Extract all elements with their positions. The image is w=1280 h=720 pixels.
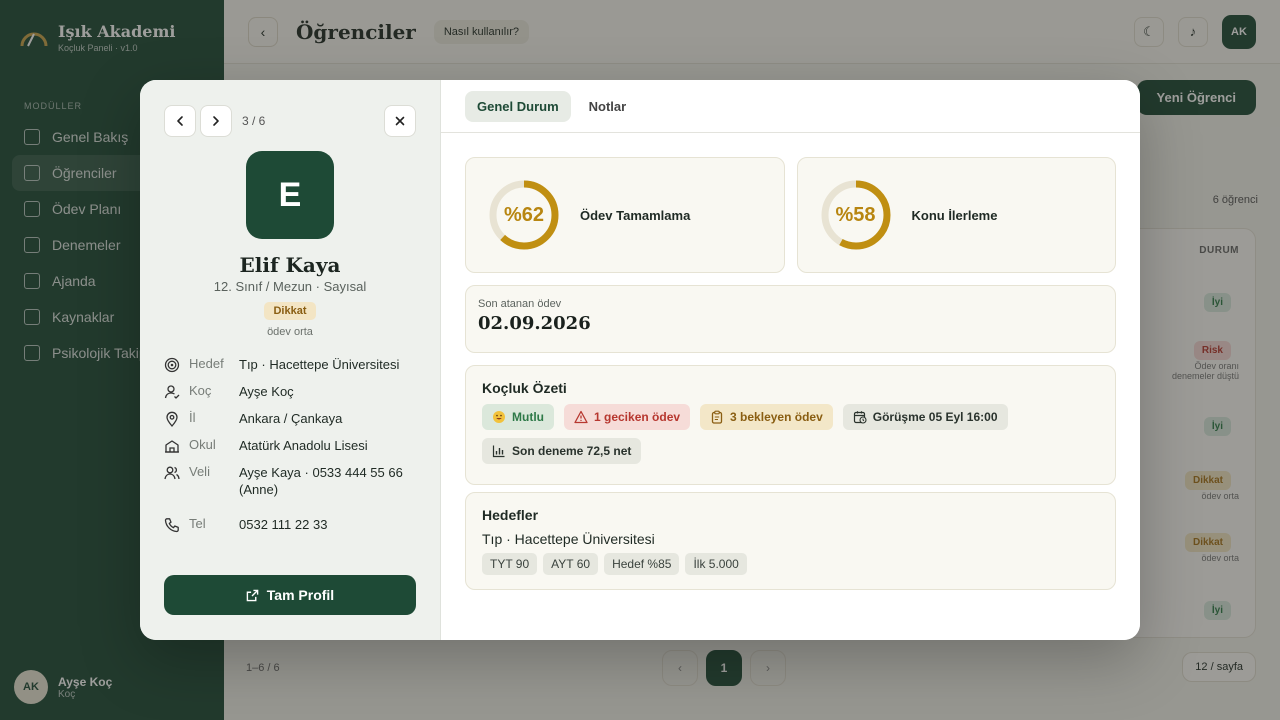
target-icon: [164, 357, 180, 373]
pending-homework-label: 3 bekleyen ödev: [730, 410, 823, 424]
goals-title: Hedefler: [482, 507, 539, 523]
progress-label: Konu İlerleme: [911, 207, 998, 223]
info-value: Atatürk Anadolu Lisesi: [239, 438, 368, 453]
info-value: Ayşe Koç: [239, 384, 294, 399]
goal-tag: Hedef %85: [604, 553, 680, 575]
info-row-school: Okul Atatürk Anadolu Lisesi: [164, 437, 416, 454]
coaching-summary-card: Koçluk Özeti Mutlu 1 geciken ödev 3 bekl…: [465, 365, 1116, 485]
meeting-label: Görüşme 05 Eyl 16:00: [872, 410, 998, 424]
student-detail-panel: Genel Durum Notlar %62 Ödev Tamamlama %5…: [441, 80, 1140, 640]
mood-chip: Mutlu: [482, 404, 554, 430]
progress-cards: %62 Ödev Tamamlama %58 Konu İlerleme: [465, 157, 1116, 273]
goals-card: Hedefler Tıp · Hacettepe Üniversitesi TY…: [465, 492, 1116, 590]
school-icon: [165, 440, 179, 453]
info-key: İl: [189, 410, 196, 425]
calendar-clock-icon: [853, 411, 867, 424]
progress-ring: %62: [488, 179, 560, 251]
student-class-info: 12. Sınıf / Mezun · Sayısal: [213, 279, 367, 294]
info-value: Ayşe Kaya · 0533 444 55 66 (Anne): [239, 465, 403, 497]
info-key: Hedef: [189, 356, 224, 371]
detail-tabs: Genel Durum Notlar: [441, 80, 1140, 133]
smile-icon: [493, 411, 505, 423]
status-badge: Dikkat: [264, 302, 316, 320]
meeting-chip: Görüşme 05 Eyl 16:00: [842, 404, 1008, 430]
info-value: Tıp · Hacettepe Üniversitesi: [239, 357, 400, 372]
external-link-icon: [246, 589, 259, 601]
last-exam-chip: Son deneme 72,5 net: [482, 438, 642, 464]
chevron-left-icon: [177, 116, 183, 126]
last-exam-label: Son deneme 72,5 net: [512, 444, 632, 458]
tab-notes[interactable]: Notlar: [577, 91, 639, 122]
next-student-button[interactable]: [200, 105, 232, 137]
info-key: Veli: [189, 464, 210, 479]
goal-school: Tıp · Hacettepe Üniversitesi: [482, 531, 655, 547]
progress-value: %62: [503, 203, 545, 226]
topic-progress-card: %58 Konu İlerleme: [796, 157, 1116, 273]
student-name: Elif Kaya: [239, 253, 341, 277]
status-note: ödev orta: [267, 326, 313, 338]
phone-icon: [164, 518, 179, 533]
last-assignment-date: 02.09.2026: [478, 313, 591, 334]
goal-tag: İlk 5.000: [685, 553, 747, 575]
homework-completion-card: %62 Ödev Tamamlama: [465, 157, 785, 273]
info-row-goal: Hedef Tıp · Hacettepe Üniversitesi: [164, 356, 416, 373]
info-key: Okul: [189, 437, 216, 452]
location-pin-icon: [166, 411, 178, 427]
close-button[interactable]: [384, 105, 416, 137]
student-detail-modal: 3 / 6 E Elif Kaya 12. Sınıf / Mezun · Sa…: [140, 80, 1140, 640]
info-row-phone: Tel 0532 111 22 33: [164, 516, 416, 533]
pending-homework-chip: 3 bekleyen ödev: [700, 404, 833, 430]
progress-ring: %58: [820, 179, 892, 251]
chevron-right-icon: [213, 116, 219, 126]
previous-student-button[interactable]: [164, 105, 196, 137]
clipboard-icon: [711, 410, 723, 424]
info-key: Koç: [189, 383, 212, 398]
info-row-city: İl Ankara / Çankaya: [164, 410, 416, 427]
tab-general[interactable]: Genel Durum: [465, 90, 571, 122]
info-row-parent: Veli Ayşe Kaya · 0533 444 55 66 (Anne): [164, 464, 416, 498]
progress-value: %58: [835, 203, 876, 226]
warning-icon: [574, 410, 588, 424]
student-info-list: Hedef Tıp · Hacettepe Üniversitesi Koç A…: [164, 356, 416, 533]
student-position: 3 / 6: [242, 114, 266, 128]
late-homework-chip: 1 geciken ödev: [564, 404, 691, 430]
goal-tag: TYT 90: [482, 553, 538, 575]
user-icon: [164, 385, 180, 399]
full-profile-button[interactable]: Tam Profil: [164, 575, 416, 615]
info-value: Ankara / Çankaya: [239, 411, 343, 426]
mood-label: Mutlu: [512, 410, 544, 424]
goal-tag: AYT 60: [543, 553, 599, 575]
bar-chart-icon: [492, 445, 505, 458]
progress-label: Ödev Tamamlama: [580, 207, 691, 223]
info-row-coach: Koç Ayşe Koç: [164, 383, 416, 400]
info-key: Tel: [189, 516, 206, 531]
close-icon: [395, 116, 405, 126]
users-icon: [164, 466, 180, 480]
info-value: 0532 111 22 33: [239, 517, 328, 532]
full-profile-label: Tam Profil: [266, 587, 335, 603]
coaching-summary-title: Koçluk Özeti: [482, 380, 567, 396]
student-avatar: E: [246, 151, 334, 239]
last-assignment-card: Son atanan ödev 02.09.2026: [465, 285, 1116, 353]
late-homework-label: 1 geciken ödev: [594, 410, 681, 424]
last-assignment-label: Son atanan ödev: [478, 298, 562, 310]
student-profile-panel: 3 / 6 E Elif Kaya 12. Sınıf / Mezun · Sa…: [140, 80, 441, 640]
